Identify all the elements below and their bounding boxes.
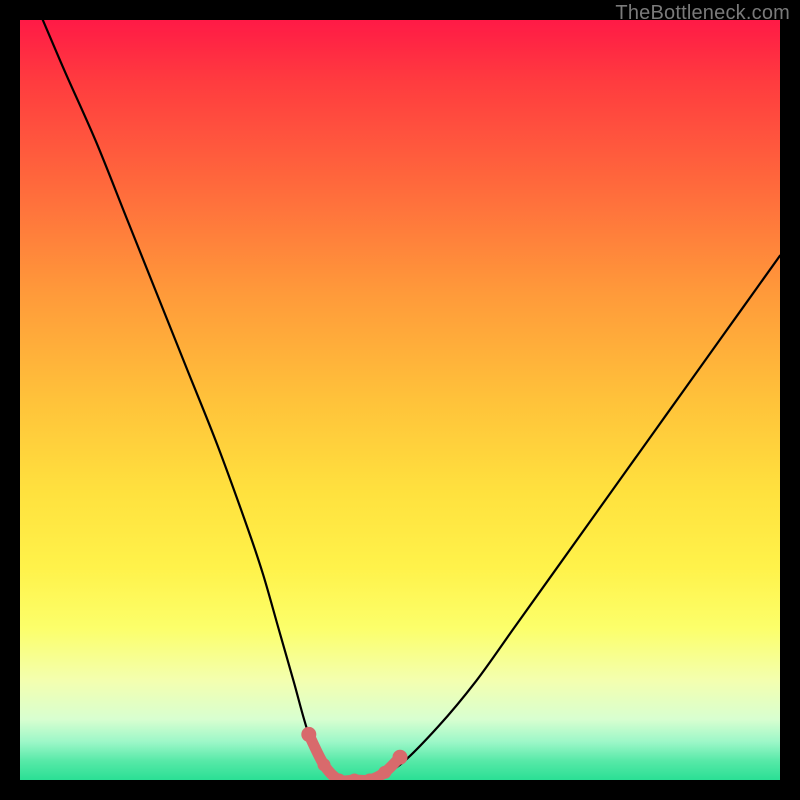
knot-dot: [348, 774, 361, 781]
knot-end-dot: [393, 750, 408, 765]
knot-dot: [318, 758, 331, 771]
bottleneck-chart: [20, 20, 780, 780]
knot-dot: [378, 766, 391, 779]
knot-end-dot: [301, 727, 316, 742]
bottleneck-curve-line: [43, 20, 780, 780]
